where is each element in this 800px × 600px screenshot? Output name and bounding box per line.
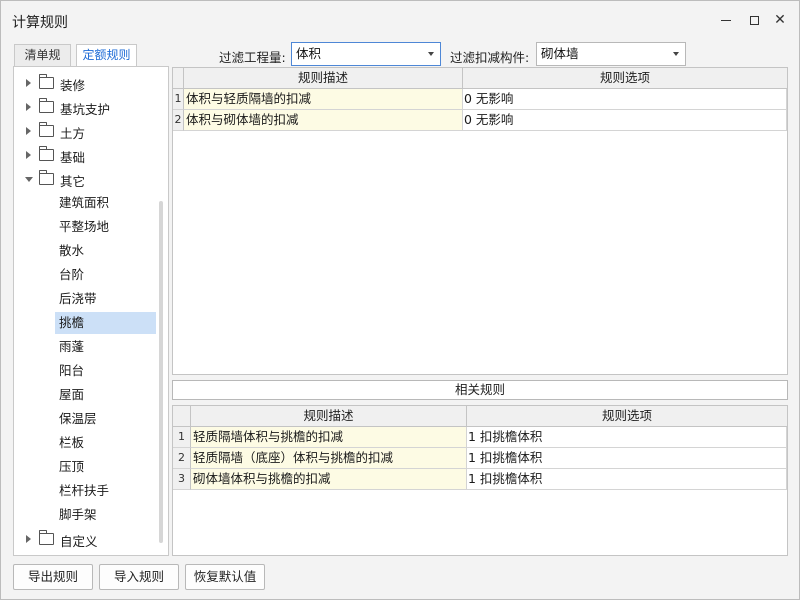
rule-description-cell[interactable]: 轻质隔墙（底座）体积与挑檐的扣减 bbox=[191, 448, 467, 469]
rule-option-cell[interactable]: 1 扣挑檐体积 bbox=[467, 427, 787, 448]
tree-leaf-selected[interactable]: 挑檐 bbox=[55, 312, 156, 334]
tree-leaf[interactable]: 后浇带 bbox=[55, 288, 156, 310]
chevron-right-icon[interactable] bbox=[26, 151, 31, 159]
tree-folder-label: 自定义 bbox=[60, 534, 98, 549]
tree-folder-label: 基础 bbox=[60, 150, 86, 165]
tree-folder-label: 土方 bbox=[60, 126, 86, 141]
category-tree: 装修 基坑支护 土方 基础 其它 建筑面积 平整场地 散水 台阶 后浇带 挑檐 … bbox=[13, 66, 169, 556]
column-header-description[interactable]: 规则描述 bbox=[184, 68, 463, 89]
tree-folder-decoration[interactable]: 装修 bbox=[14, 72, 168, 94]
rule-option-cell[interactable]: 0 无影响 bbox=[463, 89, 787, 110]
rule-description-cell[interactable]: 轻质隔墙体积与挑檐的扣减 bbox=[191, 427, 467, 448]
related-rules-table: 规则描述 规则选项 1 轻质隔墙体积与挑檐的扣减 1 扣挑檐体积 2 轻质隔墙（… bbox=[172, 405, 788, 556]
import-rules-button[interactable]: 导入规则 bbox=[99, 564, 179, 590]
tree-leaf[interactable]: 屋面 bbox=[55, 384, 156, 406]
restore-defaults-button[interactable]: 恢复默认值 bbox=[185, 564, 265, 590]
export-rules-button[interactable]: 导出规则 bbox=[13, 564, 93, 590]
rule-description-cell[interactable]: 体积与砌体墙的扣减 bbox=[184, 110, 463, 131]
folder-icon bbox=[39, 74, 54, 89]
tree-leaf[interactable]: 台阶 bbox=[55, 264, 156, 286]
tree-leaf[interactable]: 散水 bbox=[55, 240, 156, 262]
filter-component-value: 砌体墙 bbox=[541, 46, 579, 61]
tree-folder-foundation[interactable]: 基础 bbox=[14, 144, 168, 166]
folder-icon bbox=[39, 122, 54, 137]
tree-leaf[interactable]: 栏板 bbox=[55, 432, 156, 454]
chevron-right-icon[interactable] bbox=[26, 535, 31, 543]
rules-table: 规则描述 规则选项 1 体积与轻质隔墙的扣减 0 无影响 2 体积与砌体墙的扣减… bbox=[172, 67, 788, 375]
column-header-option[interactable]: 规则选项 bbox=[463, 68, 787, 89]
chevron-right-icon[interactable] bbox=[26, 79, 31, 87]
window-title: 计算规则 bbox=[12, 15, 68, 31]
title-bar: 计算规则 ✕ bbox=[1, 1, 799, 39]
rules-dialog: 计算规则 ✕ 清单规则 定额规则 过滤工程量: 体积 过滤扣减构件: 砌体墙 装… bbox=[0, 0, 800, 600]
rule-option-cell[interactable]: 1 扣挑檐体积 bbox=[467, 469, 787, 490]
tree-leaf[interactable]: 雨蓬 bbox=[55, 336, 156, 358]
rule-description-cell[interactable]: 砌体墙体积与挑檐的扣减 bbox=[191, 469, 467, 490]
tree-scrollbar[interactable] bbox=[159, 201, 163, 543]
tree-folder-custom[interactable]: 自定义 bbox=[14, 528, 168, 550]
chevron-right-icon[interactable] bbox=[26, 103, 31, 111]
rule-option-cell[interactable]: 0 无影响 bbox=[463, 110, 787, 131]
tree-leaf[interactable]: 栏杆扶手 bbox=[55, 480, 156, 502]
chevron-down-icon bbox=[673, 52, 679, 56]
folder-icon bbox=[39, 146, 54, 161]
tree-leaf[interactable]: 压顶 bbox=[55, 456, 156, 478]
rule-description-cell[interactable]: 体积与轻质隔墙的扣减 bbox=[184, 89, 463, 110]
tree-leaf[interactable]: 脚手架 bbox=[55, 504, 156, 526]
tree-folder-earthwork[interactable]: 土方 bbox=[14, 120, 168, 142]
folder-icon bbox=[39, 530, 54, 545]
rule-option-cell[interactable]: 1 扣挑檐体积 bbox=[467, 448, 787, 469]
related-rules-title: 相关规则 bbox=[172, 380, 788, 400]
tree-leaf[interactable]: 阳台 bbox=[55, 360, 156, 382]
filter-quantity-select[interactable]: 体积 bbox=[291, 42, 441, 66]
column-header-option[interactable]: 规则选项 bbox=[467, 406, 787, 427]
filter-component-select[interactable]: 砌体墙 bbox=[536, 42, 686, 66]
row-number: 2 bbox=[173, 448, 191, 469]
tree-leaf[interactable]: 保温层 bbox=[55, 408, 156, 430]
row-number: 3 bbox=[173, 469, 191, 490]
column-header-description[interactable]: 规则描述 bbox=[191, 406, 467, 427]
chevron-down-icon bbox=[428, 52, 434, 56]
tree-folder-label: 其它 bbox=[60, 174, 86, 189]
tree-leaf[interactable]: 建筑面积 bbox=[55, 192, 156, 214]
tree-folder-other[interactable]: 其它 bbox=[14, 168, 168, 190]
chevron-right-icon[interactable] bbox=[26, 127, 31, 135]
row-number: 1 bbox=[173, 427, 191, 448]
chevron-down-icon[interactable] bbox=[25, 177, 33, 182]
filter-component-label: 过滤扣减构件: bbox=[450, 50, 530, 65]
close-icon[interactable]: ✕ bbox=[769, 9, 791, 31]
folder-icon bbox=[39, 98, 54, 113]
filter-quantity-value: 体积 bbox=[296, 46, 322, 61]
row-number: 1 bbox=[173, 89, 184, 110]
tree-folder-pit-support[interactable]: 基坑支护 bbox=[14, 96, 168, 118]
tree-leaf[interactable]: 平整场地 bbox=[55, 216, 156, 238]
folder-icon bbox=[39, 170, 54, 185]
maximize-icon[interactable] bbox=[743, 9, 765, 31]
row-number-header bbox=[173, 68, 184, 89]
row-number-header bbox=[173, 406, 191, 427]
row-number: 2 bbox=[173, 110, 184, 131]
tree-folder-label: 基坑支护 bbox=[60, 102, 111, 117]
minimize-icon[interactable] bbox=[715, 9, 737, 31]
tab-bill-rules[interactable]: 清单规则 bbox=[14, 44, 71, 83]
tree-folder-label: 装修 bbox=[60, 78, 86, 93]
filter-quantity-label: 过滤工程量: bbox=[219, 50, 286, 65]
tab-quota-rules[interactable]: 定额规则 bbox=[76, 44, 137, 67]
